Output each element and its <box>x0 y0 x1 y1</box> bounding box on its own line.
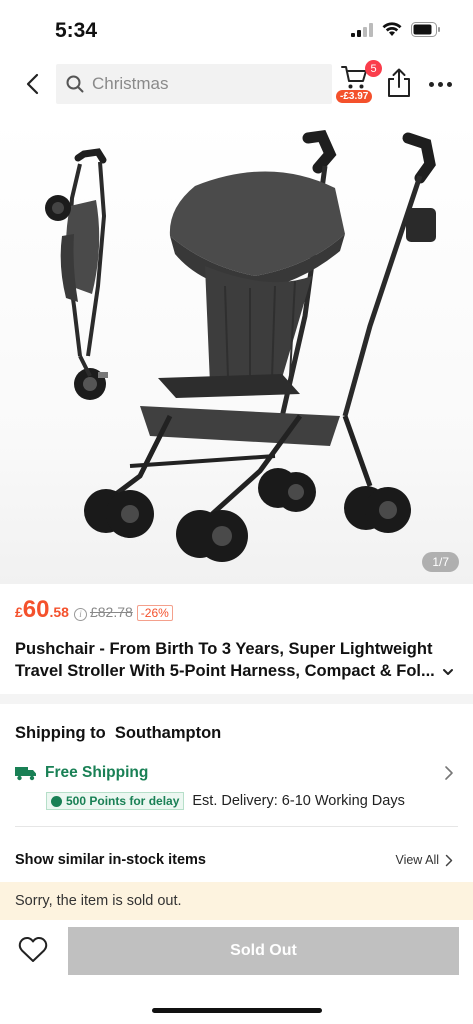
status-time: 5:34 <box>55 19 98 42</box>
share-icon <box>388 68 410 97</box>
status-icons <box>351 22 441 37</box>
cart-count-badge: 5 <box>365 60 382 77</box>
price-decimal: .58 <box>49 604 69 620</box>
search-icon <box>66 75 84 93</box>
top-nav-bar: 5 -£3.97 <box>0 58 473 114</box>
similar-items-title: Show similar in-stock items <box>15 852 206 868</box>
stroller-product-image <box>45 129 436 562</box>
sold-out-button[interactable]: Sold Out <box>68 927 459 975</box>
points-for-delay-badge: 500 Points for delay <box>46 792 185 810</box>
shipping-destination: Southampton <box>114 724 222 742</box>
free-shipping-row[interactable]: Free Shipping <box>15 760 458 786</box>
cellular-signal-icon <box>351 22 373 37</box>
chevron-right-icon <box>445 854 453 866</box>
more-dot-icon <box>437 81 443 87</box>
discount-badge: -26% <box>136 605 173 621</box>
price-currency: £ <box>15 604 23 620</box>
free-shipping-label: Free Shipping <box>45 764 149 781</box>
heart-icon <box>18 936 48 962</box>
image-counter: 1/7 <box>422 552 459 572</box>
price-integer: 60 <box>22 596 50 623</box>
estimated-delivery: Est. Delivery: 6-10 Working Days <box>192 793 405 809</box>
view-all-label: View All <box>395 853 439 867</box>
wifi-icon <box>382 22 402 36</box>
battery-icon <box>411 22 440 37</box>
product-title[interactable]: Pushchair - From Birth To 3 Years, Super… <box>15 638 455 682</box>
status-bar: 5:34 <box>0 0 473 58</box>
shipping-heading: Shipping to Southampton <box>15 724 221 743</box>
chevron-right-icon <box>445 766 453 780</box>
divider <box>15 826 458 827</box>
more-options-button[interactable] <box>425 72 455 96</box>
share-button[interactable] <box>386 68 414 100</box>
cart-button[interactable]: 5 -£3.97 <box>336 60 382 106</box>
bottom-action-bar: Sold Out <box>0 920 473 982</box>
folded-stroller-illustration <box>45 148 108 400</box>
section-divider <box>0 694 473 704</box>
cart-price-drop-tag: -£3.97 <box>336 90 373 103</box>
price-row: £ 60 .58 i £82.78 -26% <box>15 596 173 624</box>
search-bar[interactable] <box>56 64 332 104</box>
sold-out-banner: Sorry, the item is sold out. <box>0 882 473 920</box>
back-button[interactable] <box>18 70 46 98</box>
similar-items-row[interactable]: Show similar in-stock items View All <box>0 844 473 878</box>
product-image-gallery[interactable]: 1/7 <box>0 116 473 584</box>
main-stroller-illustration <box>84 129 436 562</box>
search-input[interactable] <box>92 74 312 94</box>
delivery-info-row: 500 Points for delay Est. Delivery: 6-10… <box>46 792 405 810</box>
points-badge-label: 500 Points for delay <box>66 794 180 808</box>
more-dot-icon <box>428 81 434 87</box>
clock-icon <box>51 795 62 807</box>
view-all-link[interactable]: View All <box>395 853 453 867</box>
wishlist-button[interactable] <box>18 936 50 966</box>
home-indicator[interactable] <box>152 1008 322 1013</box>
more-dot-icon <box>446 81 452 87</box>
info-icon[interactable]: i <box>73 607 87 621</box>
sold-out-message: Sorry, the item is sold out. <box>15 893 182 909</box>
shipping-label: Shipping to <box>15 724 106 742</box>
chevron-down-icon[interactable] <box>440 664 456 680</box>
chevron-left-icon <box>26 73 39 95</box>
truck-icon <box>15 767 36 781</box>
original-price: £82.78 <box>89 604 133 620</box>
